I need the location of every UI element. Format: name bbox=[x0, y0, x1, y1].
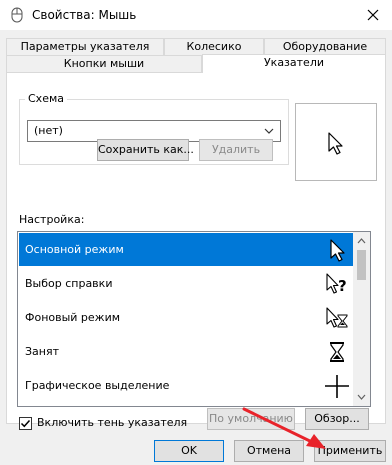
ok-button[interactable]: OK bbox=[154, 440, 224, 462]
list-scrollbar[interactable] bbox=[353, 232, 370, 406]
list-item[interactable]: Выбор справки ? bbox=[19, 267, 355, 300]
crosshair-cursor-icon bbox=[325, 375, 349, 398]
arrow-cursor-icon bbox=[330, 239, 345, 262]
svg-text:?: ? bbox=[338, 277, 347, 295]
scrollbar-thumb[interactable] bbox=[357, 250, 366, 280]
scroll-down-icon[interactable] bbox=[357, 393, 366, 401]
shadow-checkbox[interactable] bbox=[19, 417, 32, 430]
delete-button[interactable]: Удалить bbox=[199, 139, 273, 161]
help-select-cursor-icon: ? bbox=[326, 273, 347, 295]
cursor-list[interactable]: Основной режим Выбор справки ? Фоновый р… bbox=[17, 231, 371, 407]
browse-button[interactable]: Обзор... bbox=[305, 408, 369, 430]
list-item[interactable]: Графическое выделение bbox=[19, 369, 355, 402]
scroll-up-icon[interactable] bbox=[357, 237, 366, 245]
tab-hardware[interactable]: Оборудование bbox=[264, 38, 386, 55]
close-icon[interactable] bbox=[362, 4, 384, 26]
default-button[interactable]: По умолчанию bbox=[207, 408, 295, 430]
list-item[interactable]: Фоновый режим bbox=[19, 301, 355, 334]
working-in-background-cursor-icon bbox=[326, 307, 348, 328]
arrow-cursor-icon bbox=[328, 132, 343, 155]
list-item-label: Фоновый режим bbox=[25, 311, 121, 324]
save-as-button[interactable]: Сохранить как... bbox=[97, 139, 194, 161]
tab-pointers[interactable]: Указатели bbox=[202, 54, 386, 73]
cancel-button[interactable]: Отмена bbox=[234, 440, 304, 462]
list-item-label: Занят bbox=[25, 345, 60, 358]
chevron-down-icon bbox=[264, 128, 274, 134]
list-item[interactable]: Занят bbox=[19, 335, 355, 368]
shadow-checkbox-label: Включить тень указателя bbox=[37, 416, 188, 429]
tab-wheel[interactable]: Колесико bbox=[164, 38, 264, 55]
window-body: Параметры указателя Колесико Оборудовани… bbox=[0, 30, 392, 465]
scheme-label: Схема bbox=[25, 92, 67, 105]
busy-hourglass-cursor-icon bbox=[330, 342, 344, 362]
mouse-icon bbox=[11, 7, 23, 23]
list-item-label: Выбор справки bbox=[25, 277, 113, 290]
list-item-label: Графическое выделение bbox=[25, 379, 170, 392]
window-title: Свойства: Мышь bbox=[32, 8, 137, 22]
title-bar: Свойства: Мышь bbox=[0, 0, 392, 30]
list-item[interactable]: Основной режим bbox=[19, 233, 355, 266]
cursor-preview bbox=[295, 103, 377, 181]
list-item-label: Основной режим bbox=[25, 243, 124, 256]
apply-button[interactable]: Применить bbox=[314, 440, 386, 462]
checkmark-icon bbox=[20, 419, 31, 428]
scheme-select-value: (нет) bbox=[34, 124, 63, 137]
tab-pointer-options[interactable]: Параметры указателя bbox=[6, 38, 164, 55]
tab-mouse-buttons[interactable]: Кнопки мыши bbox=[6, 55, 202, 72]
pointers-panel: Схема (нет) Сохранить как... Удалить Нас… bbox=[6, 72, 386, 430]
settings-label: Настройка: bbox=[19, 213, 85, 226]
